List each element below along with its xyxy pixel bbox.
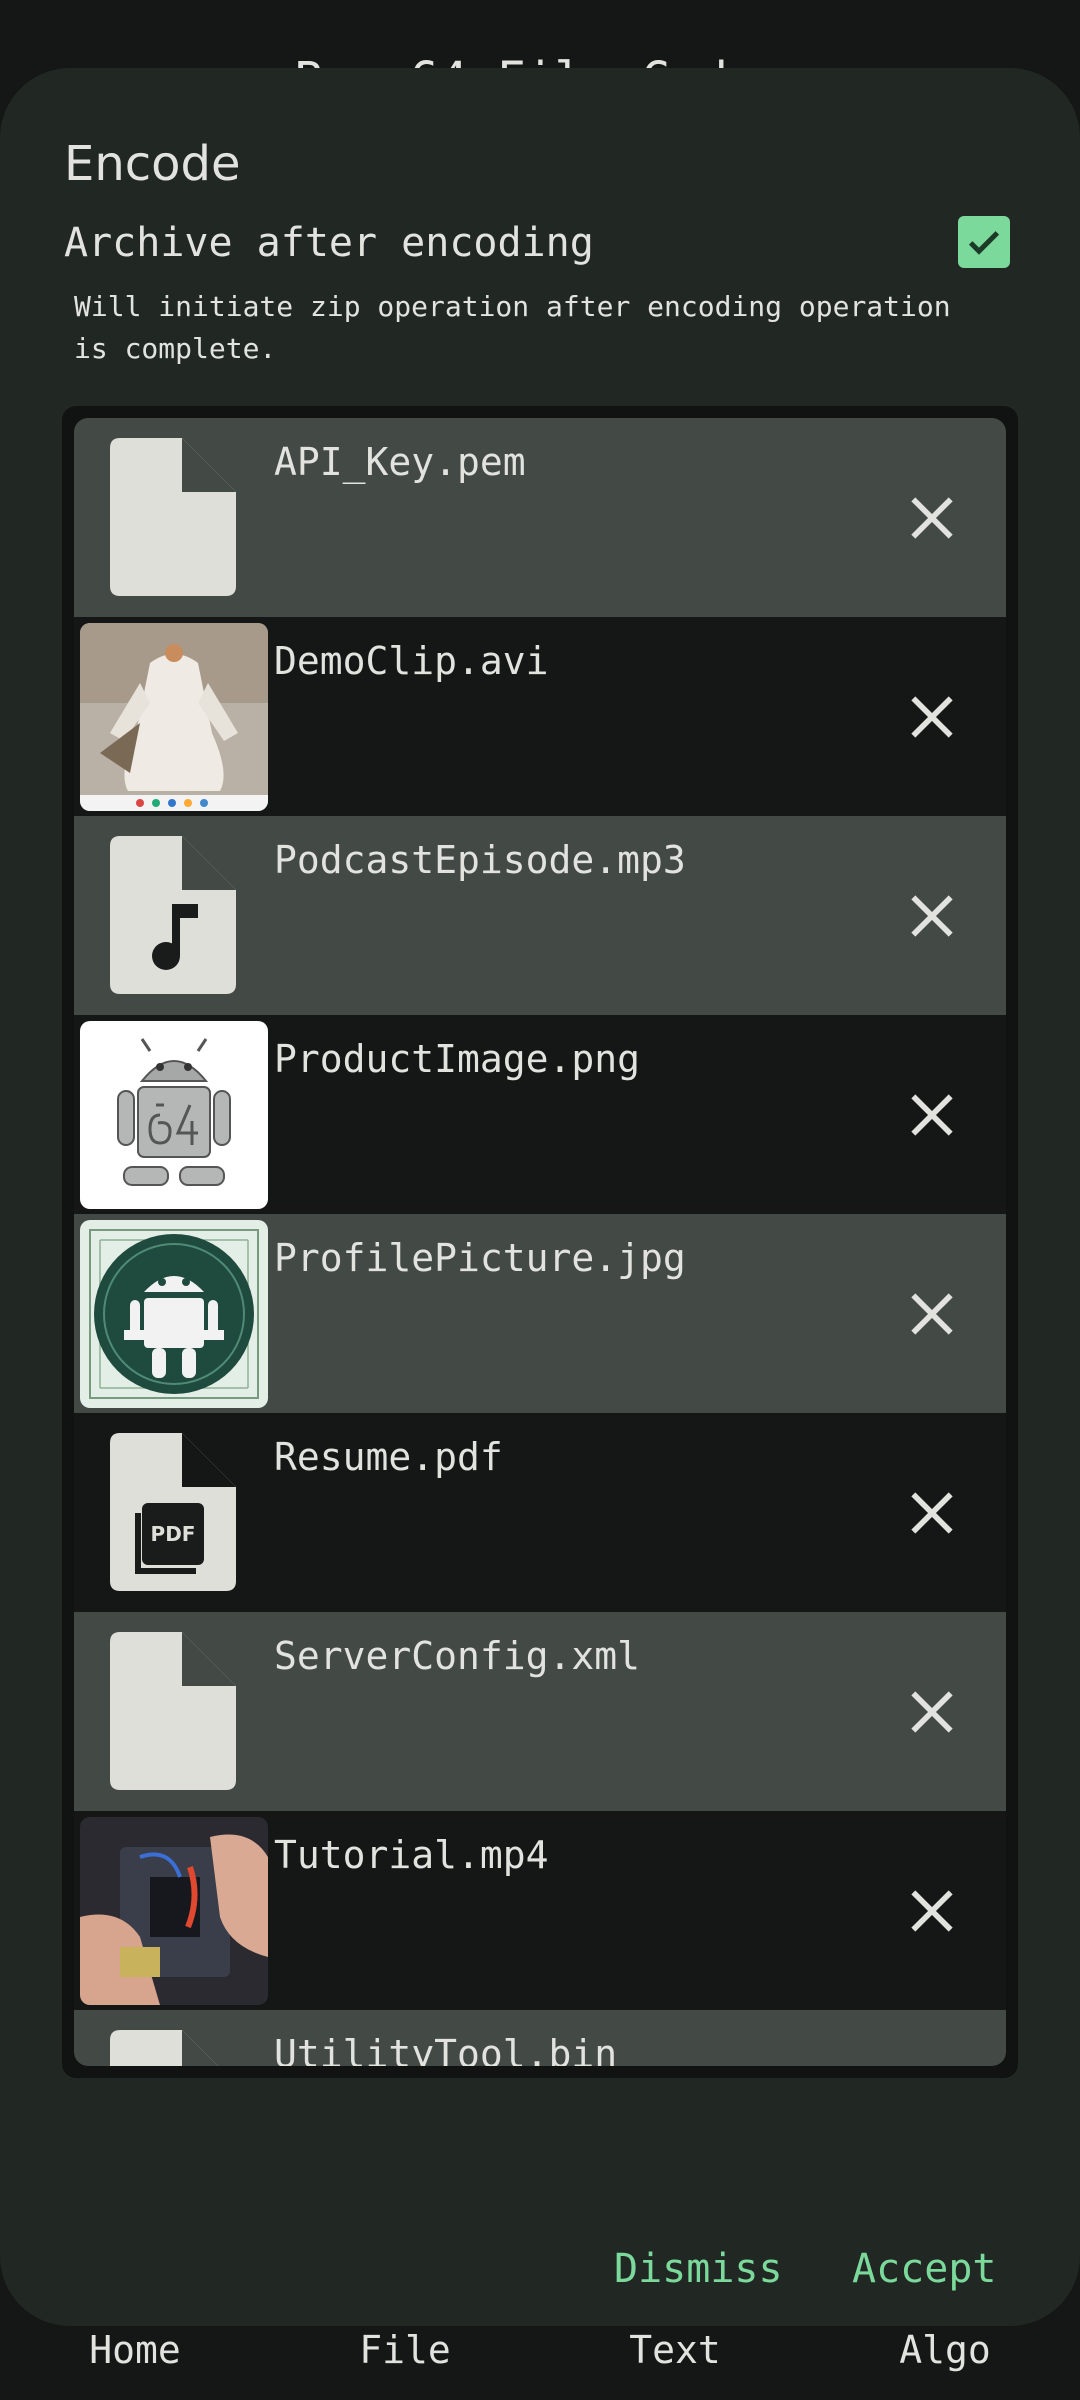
file-name: API_Key.pem: [274, 440, 526, 484]
nav-algo[interactable]: Algo: [899, 2328, 991, 2372]
file-name: ServerConfig.xml: [274, 1634, 641, 1678]
list-item[interactable]: UtilityTool.bin: [74, 2010, 1006, 2066]
close-icon[interactable]: [904, 1087, 960, 1143]
file-name: ProfilePicture.jpg: [274, 1236, 686, 1280]
list-item[interactable]: API_Key.pem: [74, 418, 1006, 617]
file-name: ProductImage.png: [274, 1037, 641, 1081]
encode-dialog: Encode Archive after encoding Will initi…: [0, 68, 1080, 2326]
close-icon[interactable]: [904, 490, 960, 546]
list-item[interactable]: PodcastEpisode.mp3: [74, 816, 1006, 1015]
close-icon[interactable]: [904, 1684, 960, 1740]
video-thumbnail: [80, 623, 268, 811]
nav-file[interactable]: File: [359, 2328, 451, 2372]
file-icon: [110, 1632, 236, 1790]
image-thumbnail: [80, 1220, 268, 1408]
close-icon[interactable]: [904, 1286, 960, 1342]
dialog-title: Encode: [64, 136, 241, 192]
file-list[interactable]: API_Key.pem DemoClip.avi PodcastEpisode.…: [74, 418, 1006, 2066]
file-icon: [110, 2030, 218, 2066]
audio-file-icon: [110, 836, 236, 994]
bottom-navigation: Home File Text Algo: [0, 2300, 1080, 2400]
close-icon[interactable]: [904, 1485, 960, 1541]
close-icon[interactable]: [904, 888, 960, 944]
archive-label: Archive after encoding: [64, 220, 594, 266]
file-list-frame: API_Key.pem DemoClip.avi PodcastEpisode.…: [62, 406, 1018, 2078]
dismiss-button[interactable]: Dismiss: [614, 2246, 783, 2292]
file-name: DemoClip.avi: [274, 639, 549, 683]
file-name: Tutorial.mp4: [274, 1833, 549, 1877]
close-icon[interactable]: [904, 689, 960, 745]
file-name: PodcastEpisode.mp3: [274, 838, 686, 882]
file-name: Resume.pdf: [274, 1435, 503, 1479]
list-item[interactable]: ProfilePicture.jpg: [74, 1214, 1006, 1413]
close-icon[interactable]: [904, 1883, 960, 1939]
video-thumbnail: [80, 1817, 268, 2005]
pdf-file-icon: PDF: [110, 1433, 236, 1591]
file-name: UtilityTool.bin: [274, 2032, 618, 2066]
list-item[interactable]: ProductImage.png: [74, 1015, 1006, 1214]
list-item[interactable]: ServerConfig.xml: [74, 1612, 1006, 1811]
check-icon: [968, 231, 1000, 255]
nav-text[interactable]: Text: [629, 2328, 721, 2372]
file-icon: [110, 438, 236, 596]
list-item[interactable]: DemoClip.avi: [74, 617, 1006, 816]
list-item[interactable]: Tutorial.mp4: [74, 1811, 1006, 2010]
accept-button[interactable]: Accept: [852, 2246, 997, 2292]
archive-description: Will initiate zip operation after encodi…: [74, 290, 951, 365]
archive-checkbox[interactable]: [958, 216, 1010, 268]
nav-home[interactable]: Home: [89, 2328, 181, 2372]
image-thumbnail: [80, 1021, 268, 1209]
list-item[interactable]: PDF Resume.pdf: [74, 1413, 1006, 1612]
svg-text:PDF: PDF: [151, 1522, 196, 1546]
